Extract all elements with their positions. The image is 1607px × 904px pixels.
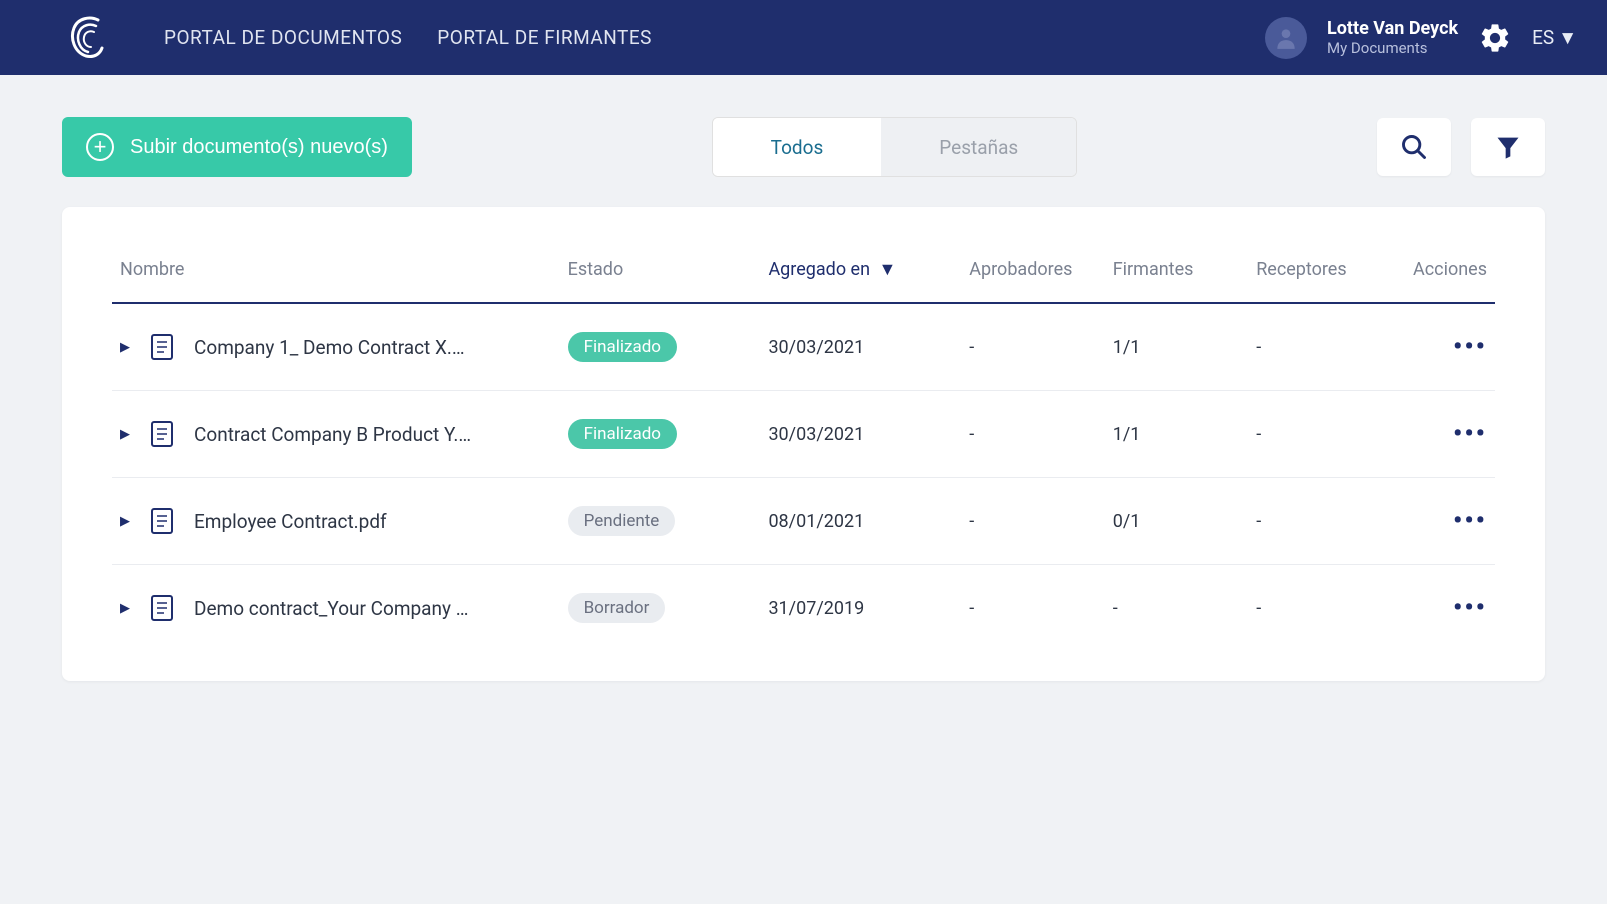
nav-links: PORTAL DE DOCUMENTOS PORTAL DE FIRMANTES [164,26,1265,49]
added-date: 30/03/2021 [760,303,961,391]
nav-link-documents[interactable]: PORTAL DE DOCUMENTOS [164,26,402,49]
toolbar-right [1377,118,1545,176]
toolbar: + Subir documento(s) nuevo(s) Todos Pest… [0,75,1607,207]
receivers-value: - [1248,565,1391,652]
more-actions-button[interactable]: ••• [1453,506,1487,536]
tab-tabs[interactable]: Pestañas [881,118,1076,176]
approvers-value: - [961,391,1104,478]
status-badge: Borrador [568,593,666,623]
approvers-value: - [961,478,1104,565]
expand-arrow-icon[interactable]: ▶ [120,514,130,529]
documents-table-container: Nombre Estado Agregado en ▼ Aprobadores … [62,207,1545,681]
document-name[interactable]: Company 1_ Demo Contract X.pdf [194,336,474,359]
receivers-value: - [1248,478,1391,565]
document-icon [150,420,174,448]
user-info[interactable]: Lotte Van Deyck My Documents [1327,18,1458,57]
table-row: ▶ Employee Contract.pdf Pendiente 08/01/… [112,478,1495,565]
status-badge: Pendiente [568,506,676,536]
receivers-value: - [1248,391,1391,478]
signers-value: 0/1 [1105,478,1248,565]
logo[interactable] [68,14,104,62]
header-agregado[interactable]: Agregado en ▼ [760,247,961,303]
nav-link-signers[interactable]: PORTAL DE FIRMANTES [437,26,652,49]
upload-button[interactable]: + Subir documento(s) nuevo(s) [62,117,412,177]
signers-value: - [1105,565,1248,652]
document-icon [150,333,174,361]
document-name[interactable]: Contract Company B Product Y.pdf [194,423,474,446]
navbar: PORTAL DE DOCUMENTOS PORTAL DE FIRMANTES… [0,0,1607,75]
status-badge: Finalizado [568,419,677,449]
receivers-value: - [1248,303,1391,391]
avatar[interactable] [1265,17,1307,59]
sort-arrow-icon: ▼ [879,259,897,280]
expand-arrow-icon[interactable]: ▶ [120,601,130,616]
header-nombre[interactable]: Nombre [112,247,560,303]
user-icon [1273,25,1299,51]
name-cell: ▶ Demo contract_Your Company na… [120,594,552,622]
more-actions-button[interactable]: ••• [1453,593,1487,623]
document-name[interactable]: Employee Contract.pdf [194,510,387,533]
documents-table: Nombre Estado Agregado en ▼ Aprobadores … [112,247,1495,651]
language-selector[interactable]: ES ▼ [1532,26,1577,50]
tab-all[interactable]: Todos [713,118,882,176]
status-badge: Finalizado [568,332,677,362]
table-row: ▶ Contract Company B Product Y.pdf Final… [112,391,1495,478]
document-icon [150,507,174,535]
name-cell: ▶ Contract Company B Product Y.pdf [120,420,552,448]
nav-right: Lotte Van Deyck My Documents ES ▼ [1265,17,1577,59]
filter-icon [1494,133,1522,161]
tabs: Todos Pestañas [712,117,1078,177]
header-acciones: Acciones [1392,247,1495,303]
header-firmantes[interactable]: Firmantes [1105,247,1248,303]
added-date: 08/01/2021 [760,478,961,565]
document-name[interactable]: Demo contract_Your Company na… [194,597,474,620]
approvers-value: - [961,303,1104,391]
name-cell: ▶ Company 1_ Demo Contract X.pdf [120,333,552,361]
name-cell: ▶ Employee Contract.pdf [120,507,552,535]
added-date: 31/07/2019 [760,565,961,652]
search-button[interactable] [1377,118,1451,176]
table-row: ▶ Company 1_ Demo Contract X.pdf Finaliz… [112,303,1495,391]
user-subtitle: My Documents [1327,39,1458,57]
header-estado[interactable]: Estado [560,247,761,303]
filter-button[interactable] [1471,118,1545,176]
language-label: ES [1532,26,1554,49]
added-date: 30/03/2021 [760,391,961,478]
upload-label: Subir documento(s) nuevo(s) [130,136,388,159]
search-icon [1400,133,1428,161]
logo-icon [68,14,104,62]
chevron-down-icon: ▼ [1558,26,1577,50]
table-row: ▶ Demo contract_Your Company na… Borrado… [112,565,1495,652]
expand-arrow-icon[interactable]: ▶ [120,340,130,355]
gear-icon [1478,21,1512,55]
more-actions-button[interactable]: ••• [1453,419,1487,449]
more-actions-button[interactable]: ••• [1453,332,1487,362]
header-aprobadores[interactable]: Aprobadores [961,247,1104,303]
expand-arrow-icon[interactable]: ▶ [120,427,130,442]
user-name: Lotte Van Deyck [1327,18,1458,39]
signers-value: 1/1 [1105,391,1248,478]
signers-value: 1/1 [1105,303,1248,391]
settings-button[interactable] [1478,21,1512,55]
plus-icon: + [86,133,114,161]
header-receptores[interactable]: Receptores [1248,247,1391,303]
approvers-value: - [961,565,1104,652]
document-icon [150,594,174,622]
